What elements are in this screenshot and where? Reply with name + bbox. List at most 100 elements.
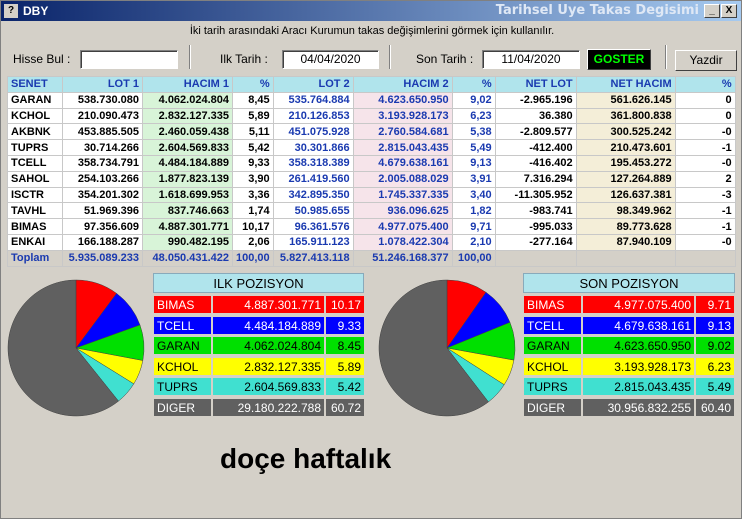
table-cell: 358.734.791 — [62, 154, 143, 172]
ilk-legend-name: BIMAS — [153, 295, 212, 314]
divider — [665, 45, 667, 69]
minimize-button[interactable]: _ — [704, 4, 720, 18]
total-cell — [494, 249, 577, 267]
window-title: Tarihsel Uye Takas Degisimi — [495, 3, 699, 18]
table-cell: 4.484.184.889 — [142, 154, 233, 172]
column-header[interactable]: LOT 1 — [62, 76, 143, 93]
table-cell: 127.264.889 — [575, 170, 676, 188]
table-cell: 837.746.663 — [142, 202, 233, 220]
table-cell: -1 — [674, 218, 736, 235]
table-cell: 4.062.024.804 — [142, 91, 233, 109]
ilk-legend-value: 4.484.184.889 — [212, 315, 325, 335]
son-legend-value: 3.193.928.173 — [582, 356, 695, 376]
table-cell: 3,90 — [232, 170, 274, 188]
ilk-legend-value: 4.062.024.804 — [212, 336, 325, 355]
row-symbol: ENKAI — [7, 233, 63, 251]
table-cell: 36.380 — [494, 107, 577, 125]
son-legend-pct: 5.49 — [695, 377, 735, 396]
table-row[interactable]: SAHOL 254.103.266 1.877.823.139 3,90 261.419… — [7, 170, 736, 188]
ilk-legend-name: KCHOL — [153, 356, 212, 376]
table-row[interactable]: ENKAI 166.188.287 990.482.195 2,06 165.911.1… — [7, 233, 736, 251]
table-cell: -0 — [674, 233, 736, 251]
search-label: Hisse Bul : — [13, 52, 71, 66]
table-cell: 4.679.638.161 — [352, 154, 453, 172]
total-row: Toplam 5.935.089.233 48.050.431.422 100,00 5… — [7, 249, 736, 267]
table-cell: 5,42 — [232, 139, 274, 156]
table-cell: 87.940.109 — [575, 233, 676, 251]
table-header: SENET LOT 1 HACIM 1% LOT 2 HACIM 2% NET LOT NE… — [7, 76, 736, 93]
table-row[interactable]: TUPRS 30.714.266 2.604.569.833 5,42 30.301.8… — [7, 139, 736, 156]
table-cell: 50.985.655 — [272, 202, 354, 220]
son-legend-pct: 60.40 — [695, 397, 735, 417]
column-header[interactable]: HACIM 1 — [142, 76, 233, 93]
table-cell: 358.318.389 — [272, 154, 354, 172]
ilk-pie-chart — [7, 279, 145, 417]
son-legend-value: 30.956.832.255 — [582, 397, 695, 417]
column-header[interactable]: SENET — [7, 76, 63, 93]
table-row[interactable]: KCHOL 210.090.473 2.832.127.335 5,89 210.126… — [7, 107, 736, 125]
ilk-legend-value: 2.832.127.335 — [212, 356, 325, 376]
divider — [189, 45, 191, 69]
table-row[interactable]: AKBNK 453.885.505 2.460.059.438 5,11 451.075… — [7, 123, 736, 141]
column-header[interactable]: % — [674, 76, 736, 93]
ilk-legend-pct: 60.72 — [325, 397, 365, 417]
table-cell: 98.349.962 — [575, 202, 676, 220]
row-symbol: BIMAS — [7, 218, 63, 235]
row-symbol: TUPRS — [7, 139, 63, 156]
table-cell: 261.419.560 — [272, 170, 354, 188]
total-cell — [674, 249, 736, 267]
table-cell: 2.460.059.438 — [142, 123, 233, 141]
table-cell: -3 — [674, 186, 736, 204]
table-cell: 990.482.195 — [142, 233, 233, 251]
table-row[interactable]: ISCTR 354.201.302 1.618.699.953 3,36 342.895… — [7, 186, 736, 204]
ilk-legend-pct: 10.17 — [325, 295, 365, 314]
table-cell: 30.301.866 — [272, 139, 354, 156]
app-title: DBY — [23, 4, 49, 18]
table-cell: 561.626.145 — [575, 91, 676, 109]
title-bar[interactable]: ? DBY Tarihsel Uye Takas Degisimi _ X — [1, 1, 741, 21]
row-symbol: SAHOL — [7, 170, 63, 188]
table-cell: 1.877.823.139 — [142, 170, 233, 188]
table-cell: 354.201.302 — [62, 186, 143, 204]
column-header[interactable]: LOT 2 — [272, 76, 354, 93]
column-header[interactable]: % — [451, 76, 496, 93]
table-cell: -995.033 — [494, 218, 577, 235]
ilk-legend-row: KCHOL 2.832.127.335 5.89 — [153, 356, 365, 376]
column-header[interactable]: HACIM 2 — [352, 76, 453, 93]
table-row[interactable]: TAVHL 51.969.396 837.746.663 1,74 50.985.655… — [7, 202, 736, 220]
column-header[interactable]: NET LOT — [494, 76, 577, 93]
table-cell: 5,89 — [232, 107, 274, 125]
end-date-field[interactable]: 11/04/2020 — [482, 50, 580, 69]
ilk-legend-value: 2.604.569.833 — [212, 377, 325, 396]
table-cell: 126.637.381 — [575, 186, 676, 204]
table-cell: 5,49 — [451, 139, 496, 156]
total-cell: 48.050.431.422 — [142, 249, 233, 267]
table-cell: -2.809.577 — [494, 123, 577, 141]
table-row[interactable]: GARAN 538.730.080 4.062.024.804 8,45 535.764… — [7, 91, 736, 109]
column-header[interactable]: % — [232, 76, 274, 93]
table-cell: 936.096.625 — [352, 202, 453, 220]
table-row[interactable]: BIMAS 97.356.609 4.887.301.771 10,17 96.361.… — [7, 218, 736, 235]
table-cell: 96.361.576 — [272, 218, 354, 235]
son-legend-value: 4.977.075.400 — [582, 295, 695, 314]
goster-button[interactable]: GOSTER — [587, 49, 651, 70]
ilk-legend-row: GARAN 4.062.024.804 8.45 — [153, 336, 365, 355]
table-cell: 0 — [674, 91, 736, 109]
table-cell: -277.164 — [494, 233, 577, 251]
son-legend-row: BIMAS 4.977.075.400 9.71 — [523, 295, 735, 314]
column-header[interactable]: NET HACIM — [575, 76, 676, 93]
table-row[interactable]: TCELL 358.734.791 4.484.184.889 9,33 358.318… — [7, 154, 736, 172]
table-cell: 166.188.287 — [62, 233, 143, 251]
data-table[interactable]: SENET LOT 1 HACIM 1% LOT 2 HACIM 2% NET LOT NE… — [7, 76, 736, 267]
son-legend-row: TCELL 4.679.638.161 9.13 — [523, 315, 735, 335]
start-date-field[interactable]: 04/04/2020 — [282, 50, 379, 69]
start-date-label: Ilk Tarih : — [220, 52, 268, 66]
search-input[interactable] — [80, 50, 178, 69]
son-legend-value: 4.623.650.950 — [582, 336, 695, 355]
table-cell: 1.618.699.953 — [142, 186, 233, 204]
yazdir-button[interactable]: Yazdir — [675, 50, 737, 71]
son-legend-row: KCHOL 3.193.928.173 6.23 — [523, 356, 735, 376]
close-button[interactable]: X — [721, 4, 737, 18]
table-cell: 1.078.422.304 — [352, 233, 453, 251]
son-legend-name: KCHOL — [523, 356, 582, 376]
